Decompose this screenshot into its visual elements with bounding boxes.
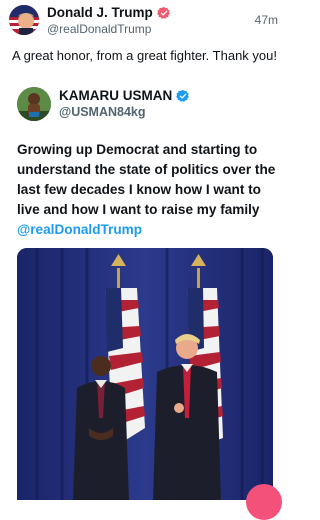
author-name-row[interactable]: Donald J. Trump (47, 5, 171, 20)
author-name[interactable]: Donald J. Trump (47, 5, 153, 20)
quote-author-avatar[interactable] (17, 87, 51, 121)
author-avatar[interactable] (9, 5, 39, 35)
post-time[interactable]: 47m (255, 13, 278, 27)
quote-author-name[interactable]: KAMARU USMAN (59, 88, 172, 103)
post-header: Donald J. Trump @realDonaldTrump 47m (0, 0, 290, 42)
quote-body: Growing up Democrat and starting to unde… (17, 140, 285, 240)
post-text: A great honor, from a great fighter. Tha… (12, 48, 277, 63)
verified-badge-icon (156, 6, 170, 19)
quote-author-name-row[interactable]: KAMARU USMAN (59, 88, 190, 103)
quote-text: Growing up Democrat and starting to unde… (17, 142, 276, 217)
author-handle[interactable]: @realDonaldTrump (47, 22, 151, 36)
quote-photo[interactable] (17, 248, 273, 500)
quote-author-handle[interactable]: @USMAN84kg (59, 105, 146, 119)
verified-badge-icon (176, 89, 190, 102)
mention-link[interactable]: @realDonaldTrump (17, 222, 142, 237)
compose-fab-icon[interactable] (246, 484, 282, 520)
